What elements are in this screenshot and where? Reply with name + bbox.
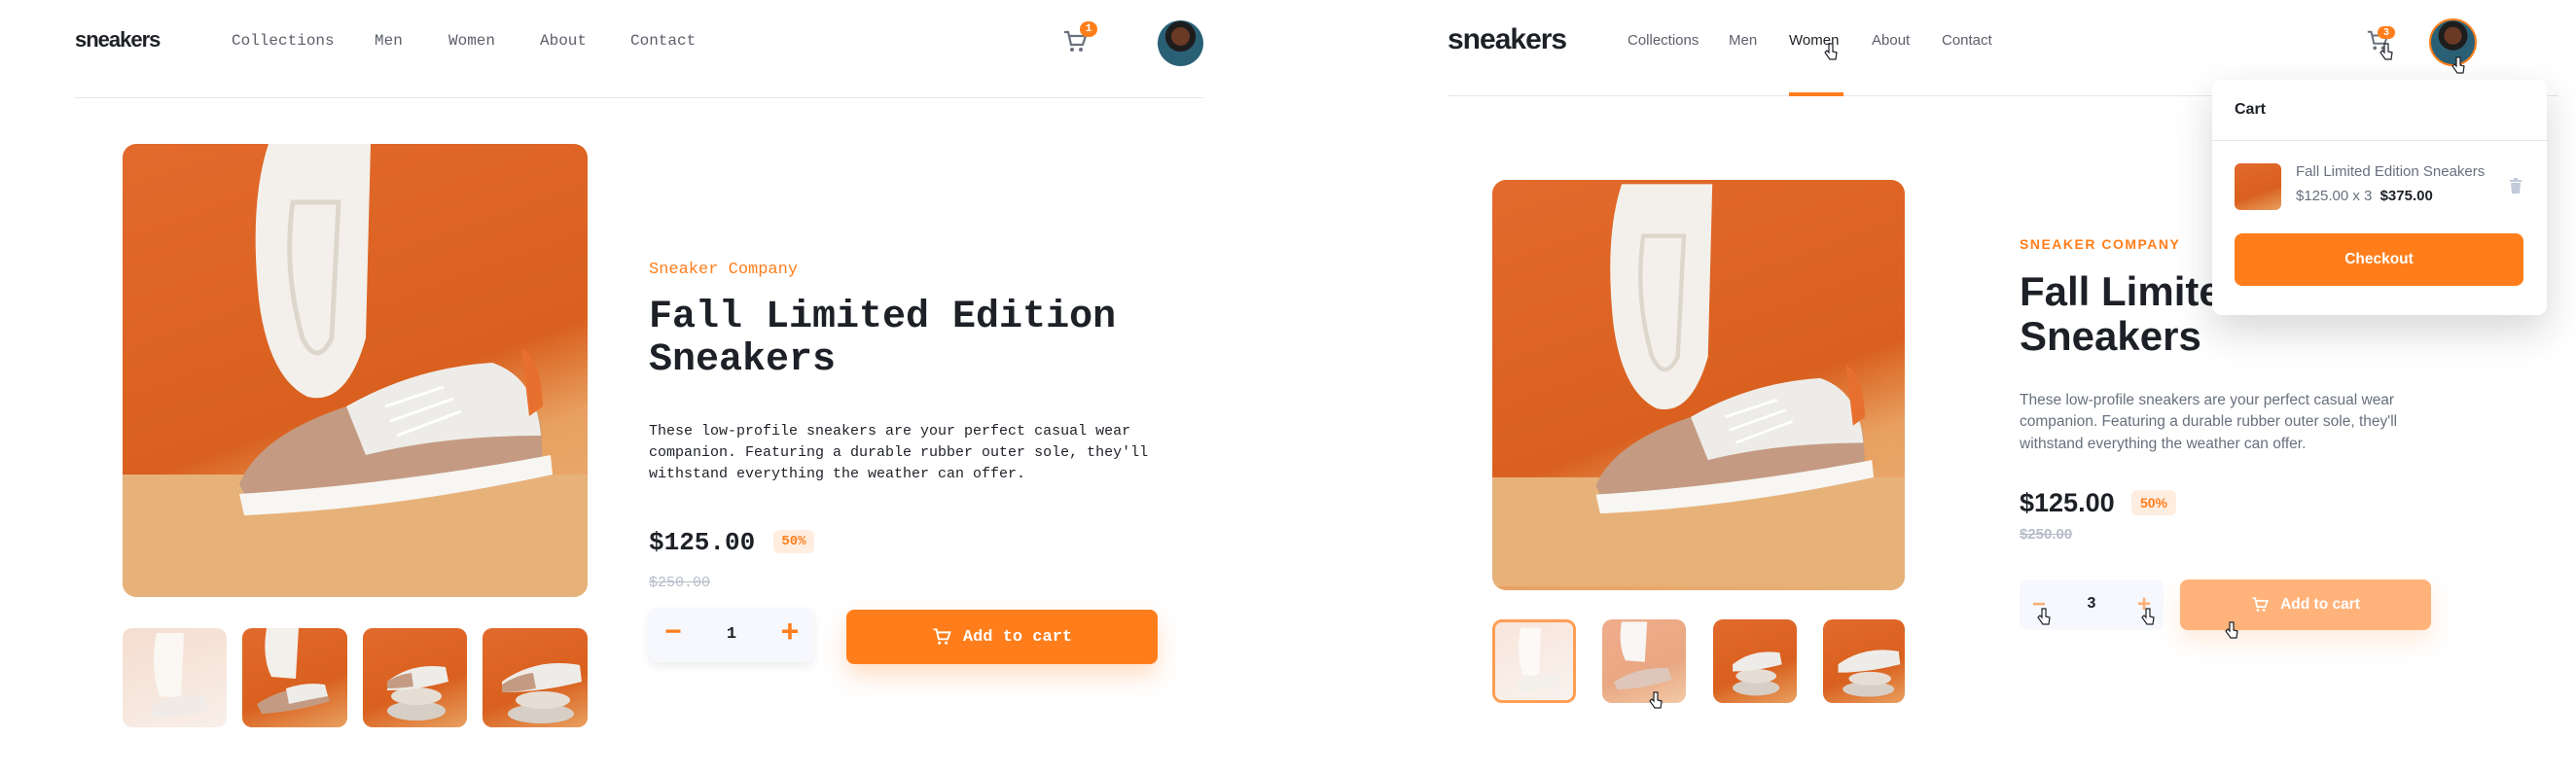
product-page-monospace: sneakers Collections Men Women About Con… xyxy=(0,0,1288,774)
discount-badge: 50% xyxy=(2131,490,2176,515)
product-title: Fall Limited Edition Sneakers xyxy=(649,297,1116,382)
quantity-value: 1 xyxy=(726,625,737,644)
pointer-cursor-icon xyxy=(2225,621,2238,639)
product-title-line-2: Sneakers xyxy=(2020,313,2201,360)
product-description: These low-profile sneakers are your perf… xyxy=(649,423,1149,482)
cart-icon xyxy=(933,628,951,645)
cart-title: Cart xyxy=(2235,101,2267,118)
plus-icon[interactable]: + xyxy=(775,616,805,651)
quantity-stepper: − 1 + xyxy=(649,608,814,662)
minus-icon[interactable]: − xyxy=(659,616,688,651)
product-main-image[interactable] xyxy=(1492,180,1905,590)
cart-count-badge: 3 xyxy=(2378,26,2395,39)
pointer-cursor-icon xyxy=(1824,43,1838,60)
pointer-cursor-icon xyxy=(2037,608,2051,625)
pointer-cursor-icon xyxy=(1649,691,1663,709)
current-price: $125.00 xyxy=(649,528,756,557)
nav-contact[interactable]: Contact xyxy=(630,32,696,50)
nav-contact[interactable]: Contact xyxy=(1942,32,1992,49)
trash-icon[interactable] xyxy=(2509,178,2522,194)
nav-men[interactable]: Men xyxy=(1729,32,1757,49)
thumbnail-2[interactable] xyxy=(242,628,347,727)
original-price: $250.00 xyxy=(2020,526,2073,543)
cart-item-name: Fall Limited Edition Sneakers xyxy=(2296,163,2486,180)
cart-divider xyxy=(2212,140,2547,141)
thumbnail-1[interactable] xyxy=(1492,619,1576,703)
thumbnail-4[interactable] xyxy=(483,628,588,727)
cart-item-unit-price: $125.00 x 3 xyxy=(2296,188,2373,204)
active-nav-underline xyxy=(1789,92,1843,96)
cart-item-thumbnail xyxy=(2235,163,2281,210)
company-label: SNEAKER COMPANY xyxy=(2020,236,2181,252)
nav-about[interactable]: About xyxy=(540,32,587,50)
thumbnail-4[interactable] xyxy=(1823,619,1905,703)
product-description: These low-profile sneakers are your perf… xyxy=(2020,392,2398,452)
discount-badge: 50% xyxy=(773,530,814,553)
avatar[interactable] xyxy=(1158,20,1203,66)
nav-women[interactable]: Women xyxy=(448,32,495,50)
quantity-value: 3 xyxy=(2087,595,2096,612)
cart-count-badge: 1 xyxy=(1080,21,1097,37)
add-to-cart-label: Add to cart xyxy=(2280,596,2360,613)
nav-collections[interactable]: Collections xyxy=(232,32,335,50)
pointer-cursor-icon xyxy=(2379,43,2393,60)
checkout-button[interactable]: Checkout xyxy=(2235,233,2523,286)
current-price: $125.00 xyxy=(2020,488,2115,517)
cart-dropdown: Cart Fall Limited Edition Sneakers $125.… xyxy=(2212,80,2547,315)
pointer-cursor-icon xyxy=(2141,608,2155,625)
product-title-line-1: Fall Limited Edition xyxy=(649,296,1117,339)
cart-item-total: $375.00 xyxy=(2379,188,2433,204)
header-divider xyxy=(75,97,1203,98)
nav-about[interactable]: About xyxy=(1872,32,1910,49)
company-label: Sneaker Company xyxy=(649,261,799,279)
product-main-image[interactable] xyxy=(123,144,588,597)
thumbnail-3[interactable] xyxy=(1713,619,1797,703)
thumbnail-3[interactable] xyxy=(363,628,467,727)
add-to-cart-button[interactable]: Add to cart xyxy=(846,610,1158,664)
add-to-cart-label: Add to cart xyxy=(962,627,1073,647)
thumbnail-1[interactable] xyxy=(123,628,227,727)
cart-icon xyxy=(2252,597,2269,612)
logo[interactable]: sneakers xyxy=(75,27,161,53)
original-price: $250.00 xyxy=(649,575,711,591)
pointer-cursor-icon xyxy=(2451,56,2465,74)
cart-item-price-line: $125.00 x 3 $375.00 xyxy=(2296,188,2433,204)
nav-collections[interactable]: Collections xyxy=(1628,32,1699,49)
product-page-sans: sneakers Collections Men Women About Con… xyxy=(1288,0,2576,774)
add-to-cart-button[interactable]: Add to cart xyxy=(2180,580,2431,630)
product-title-line-2: Sneakers xyxy=(649,338,837,382)
nav-men[interactable]: Men xyxy=(375,32,403,50)
thumbnail-2[interactable] xyxy=(1602,619,1686,703)
logo[interactable]: sneakers xyxy=(1448,23,1567,56)
